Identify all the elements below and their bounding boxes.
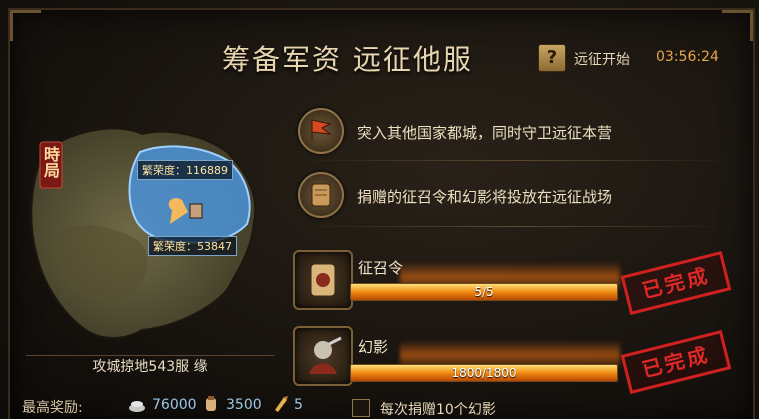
expedition-map[interactable]: 時局 繁荣度：116889 繁荣度：53847 — [22, 112, 278, 350]
progress-bar-recruit: 5/5 — [350, 283, 618, 301]
food-icon — [206, 396, 216, 411]
item-name-phantom: 幻影 — [358, 338, 389, 356]
guild-line: 攻城掠地543服 缘 — [26, 355, 274, 378]
city-icon — [189, 203, 203, 219]
item-name-recruit: 征召令 — [358, 259, 404, 277]
flag-icon — [298, 108, 344, 154]
divider — [296, 226, 736, 227]
scroll-icon — [298, 172, 344, 218]
own-prosperity-label: 繁荣度：53847 — [148, 236, 237, 256]
divider — [296, 160, 736, 161]
help-button[interactable]: ? — [538, 44, 566, 72]
countdown-timer: 03:56:24 — [656, 49, 719, 65]
enemy-prosperity-label: 繁荣度：116889 — [137, 160, 233, 180]
task-text-2: 捐赠的征召令和幻影将投放在远征战场 — [357, 188, 613, 206]
timer-label: 远征开始 — [574, 52, 630, 68]
reward-token: 5 — [294, 397, 303, 413]
reward-food: 3500 — [226, 397, 262, 413]
silver-icon — [129, 401, 145, 412]
donate-ten-label[interactable]: 每次捐赠10个幻影 — [380, 399, 496, 419]
server-badge: 時局 — [41, 146, 60, 178]
progress-bar-phantom: 1800/1800 — [350, 364, 618, 382]
donate-ten-checkbox[interactable] — [352, 399, 370, 417]
expedition-prep-panel: 筹备军资 远征他服 ? 远征开始 03:56:24 時局 繁荣度：116889 … — [0, 0, 759, 419]
token-icon — [275, 396, 288, 412]
progress-text: 1800/1800 — [451, 366, 517, 380]
page-title: 筹备军资 远征他服 — [222, 43, 473, 76]
recruit-order-icon — [293, 250, 353, 310]
reward-silver: 76000 — [152, 397, 197, 413]
task-text-1: 突入其他国家都城，同时守卫远征本营 — [357, 124, 613, 142]
reward-label: 最高奖励: — [22, 400, 83, 416]
progress-text: 5/5 — [474, 285, 494, 299]
frame-corner — [10, 10, 41, 41]
frame-corner — [722, 10, 753, 41]
phantom-icon — [293, 326, 353, 386]
